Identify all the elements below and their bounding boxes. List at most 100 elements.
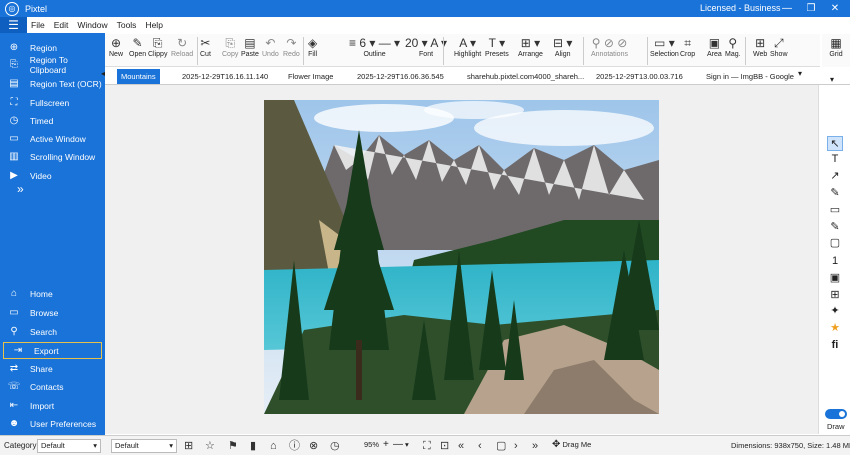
history-icon[interactable]: ◷: [330, 439, 340, 453]
sidebar-item-fullscreen[interactable]: ⛶ Fullscreen: [0, 94, 105, 111]
rectangle-tool-icon[interactable]: ▭: [827, 203, 843, 218]
draw-toggle[interactable]: [825, 409, 847, 419]
sidebar-item-region-to-clipboard[interactable]: ⎘ Region To Clipboard: [0, 55, 105, 75]
prev-icon[interactable]: ‹: [478, 439, 482, 453]
tab-mountains[interactable]: Mountains: [117, 69, 160, 84]
sidebar-item-timed[interactable]: ◷ Timed: [0, 112, 105, 129]
text-tool-icon[interactable]: T: [827, 152, 843, 167]
tabs-dropdown-icon[interactable]: ▾: [798, 69, 802, 78]
sidebar-item-active-window[interactable]: ▭ Active Window: [0, 130, 105, 147]
info-icon[interactable]: ⓘ: [289, 439, 300, 453]
sidebar-item-user-preferences[interactable]: ☻ User Preferences: [0, 415, 105, 432]
flag-icon[interactable]: ⚑: [228, 439, 238, 453]
arrow-tool-icon[interactable]: ↗: [827, 169, 843, 184]
toolbar-open-button[interactable]: ✎ Open: [129, 36, 146, 58]
stamp-tool-icon[interactable]: ⊞: [827, 288, 843, 303]
sidebar: ☰ ⊕ Region ⎘ Region To Clipboard ▤ Region Tex…: [0, 17, 105, 435]
hamburger-menu-icon[interactable]: ☰: [0, 17, 27, 33]
tab-document-3[interactable]: 2025-12-29T16.06.36.545: [357, 69, 444, 84]
drag-me-button[interactable]: ✥ Drag Me: [549, 439, 599, 453]
preset-select[interactable]: Default ▾: [111, 439, 177, 453]
zoom-in-icon[interactable]: +: [383, 439, 389, 451]
sidebar-item-browse[interactable]: ▭ Browse: [0, 304, 105, 321]
tab-document-5[interactable]: 2025-12-29T13.00.03.716: [596, 69, 683, 84]
sidebar-item-import[interactable]: ⇤ Import: [0, 397, 105, 414]
chevron-down-icon[interactable]: ▾: [405, 439, 409, 451]
toolbar-mag-button[interactable]: ⚲ Mag.: [725, 36, 741, 58]
actual-size-icon[interactable]: ⊡: [440, 439, 449, 453]
sidebar-item-video[interactable]: ▶ Video: [0, 167, 105, 184]
sidebar-item-region-text-ocr[interactable]: ▤ Region Text (OCR): [0, 75, 105, 92]
tab-document-4[interactable]: sharehub.pixtel.com4000_shareh...: [467, 69, 584, 84]
toolbar-outline-button[interactable]: ≡ 6 ▾ ― ▾ Outline: [349, 36, 400, 58]
mountain-lake-image[interactable]: [264, 100, 659, 414]
toolbar-new-button[interactable]: ⊕ New: [109, 36, 123, 58]
step-number-icon[interactable]: 1: [827, 254, 843, 269]
toolbar-font-button[interactable]: 20 ▾ A ▾ Font: [405, 36, 447, 58]
toolbar-crop-button[interactable]: ⌗ Crop: [680, 36, 695, 58]
sidebar-more-icon[interactable]: »: [17, 182, 24, 196]
toolbar-highlight-button[interactable]: A ▾ Highlight: [454, 36, 481, 58]
last-icon[interactable]: »: [532, 439, 538, 453]
marker-tool-icon[interactable]: ✎: [827, 220, 843, 235]
toolbar-align-button[interactable]: ⊟ ▾ Align: [553, 36, 572, 58]
menu-edit[interactable]: Edit: [54, 20, 69, 30]
sidebar-item-scrolling-window[interactable]: ▥ Scrolling Window: [0, 148, 105, 165]
zoom-control[interactable]: 95% + — ▾: [350, 439, 414, 453]
align-icon: ⊟ ▾: [553, 36, 573, 50]
tab-document-1[interactable]: 2025-12-29T16.16.11.140: [182, 69, 268, 84]
image-tool-icon[interactable]: ▣: [827, 271, 843, 286]
tab-document-6[interactable]: Sign in — ImgBB - Google: [706, 69, 794, 84]
next-icon[interactable]: ›: [514, 439, 518, 453]
sidebar-item-share[interactable]: ⇄ Share: [0, 360, 105, 377]
star-icon[interactable]: ★: [827, 321, 843, 336]
close-button[interactable]: ✕: [826, 1, 844, 16]
link-icon[interactable]: ⊗: [309, 439, 318, 453]
toolbar-arrange-button[interactable]: ⊞ ▾ Arrange: [518, 36, 543, 58]
toolbar-web-button[interactable]: ⊞ Web: [753, 36, 767, 58]
tab-document-2[interactable]: Flower Image: [288, 69, 333, 84]
first-icon[interactable]: «: [458, 439, 464, 453]
fit-screen-icon[interactable]: ⛶: [423, 439, 431, 453]
toolbar-annotations-button[interactable]: ⚲ ⊘ ⊘ Annotations: [591, 36, 628, 58]
select-arrow-icon[interactable]: ↖: [827, 136, 843, 151]
tabs-scroll-left-icon[interactable]: ◂: [101, 69, 105, 78]
fi-ligature-icon[interactable]: fi: [827, 338, 843, 353]
toolbar-area-button[interactable]: ▣ Area: [707, 36, 722, 58]
menu-help[interactable]: Help: [145, 20, 162, 30]
toolbar-selection-button[interactable]: ▭ ▾ Selection: [650, 36, 679, 58]
toolbar-reload-button[interactable]: ↻ Reload: [171, 36, 193, 58]
zoom-out-icon[interactable]: —: [393, 439, 403, 451]
toolbar-presets-button[interactable]: T ▾ Presets: [485, 36, 509, 58]
minimize-button[interactable]: —: [778, 1, 796, 16]
sidebar-item-contacts[interactable]: ☏ Contacts: [0, 378, 105, 395]
sidebar-item-export[interactable]: ⇥ Export: [3, 342, 102, 359]
tag-icon[interactable]: ⌂: [270, 439, 277, 453]
layout-icon[interactable]: ⊞: [184, 439, 193, 453]
menu-window[interactable]: Window: [77, 20, 107, 30]
square-icon[interactable]: ▢: [496, 439, 506, 453]
toolbar-copy-button[interactable]: ⎘ Copy: [222, 36, 238, 58]
toolbar-clippy-button[interactable]: ⎘ Clippy: [148, 36, 167, 58]
toolbar-paste-button[interactable]: ▤ Paste: [241, 36, 259, 58]
sidebar-item-region[interactable]: ⊕ Region: [0, 39, 105, 56]
pen-tool-icon[interactable]: ✎: [827, 186, 843, 201]
menu-file[interactable]: File: [31, 20, 45, 30]
grid-button[interactable]: ▦ Grid: [822, 34, 850, 67]
toolbar-undo-button[interactable]: ↶ Undo: [262, 36, 279, 58]
sidebar-item-search[interactable]: ⚲ Search: [0, 323, 105, 340]
category-select[interactable]: Default ▾: [37, 439, 101, 453]
panel-scroll-icon[interactable]: ▾: [830, 75, 834, 84]
toolbar-redo-button[interactable]: ↷ Redo: [283, 36, 300, 58]
restore-button[interactable]: ❐: [802, 1, 820, 16]
sidebar-item-label: Search: [30, 326, 57, 337]
toolbar-cut-button[interactable]: ✂ Cut: [200, 36, 211, 58]
menu-tools[interactable]: Tools: [117, 20, 137, 30]
sparkle-icon[interactable]: ✦: [827, 304, 843, 319]
toolbar-show-button[interactable]: ⤢ Show: [770, 36, 788, 58]
bookmark-icon[interactable]: ▮: [250, 439, 256, 453]
toolbar-fill-button[interactable]: ◈ Fill: [308, 36, 317, 58]
shape-tool-icon[interactable]: ▢: [827, 236, 843, 251]
star-icon[interactable]: ☆: [205, 439, 215, 453]
sidebar-item-home[interactable]: ⌂ Home: [0, 285, 105, 302]
